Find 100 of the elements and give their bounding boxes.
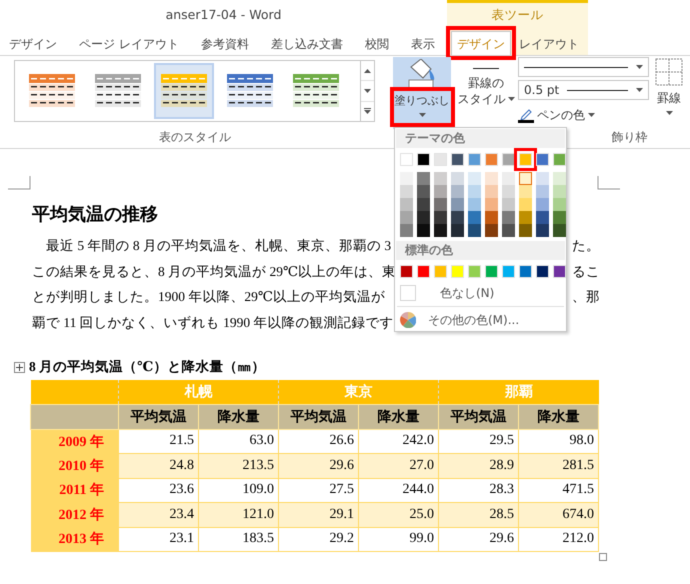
table-cell: 23.4 bbox=[118, 502, 198, 527]
table-move-handle-icon[interactable] bbox=[14, 362, 25, 372]
color-swatch[interactable] bbox=[417, 198, 430, 211]
color-swatch[interactable] bbox=[553, 172, 566, 185]
caret-up-icon bbox=[364, 68, 371, 73]
table-cell: 25.0 bbox=[358, 502, 438, 527]
color-swatch[interactable] bbox=[468, 224, 481, 237]
table-cell: 29.6 bbox=[278, 454, 358, 478]
paragraph-text: た。 bbox=[572, 237, 600, 255]
table-cell: 28.9 bbox=[438, 454, 518, 478]
color-swatch[interactable] bbox=[400, 198, 413, 211]
color-swatch[interactable] bbox=[502, 198, 515, 211]
color-swatch[interactable] bbox=[519, 185, 532, 198]
color-swatch[interactable] bbox=[434, 172, 447, 185]
line-weight-dropdown[interactable]: 0.5 pt bbox=[518, 80, 649, 100]
color-wheel-icon bbox=[400, 312, 416, 328]
paragraph-text: るこ bbox=[572, 262, 600, 280]
color-swatch[interactable] bbox=[536, 211, 549, 224]
color-swatch[interactable] bbox=[468, 198, 481, 211]
color-swatch[interactable] bbox=[417, 211, 430, 224]
contextual-tab-label: 表ツール bbox=[492, 7, 544, 24]
window-title: anser17-04 - Word bbox=[166, 6, 282, 22]
color-swatch[interactable] bbox=[553, 211, 566, 224]
color-swatch[interactable] bbox=[434, 211, 447, 224]
color-swatch[interactable] bbox=[451, 172, 464, 185]
color-swatch[interactable] bbox=[417, 185, 430, 198]
color-swatch[interactable] bbox=[485, 211, 498, 224]
color-swatch[interactable] bbox=[553, 198, 566, 211]
color-swatch[interactable] bbox=[519, 172, 532, 185]
color-swatch[interactable] bbox=[468, 185, 481, 198]
paragraph-text: この結果を見ると、8 月の平均気温が 29℃以上の年は、東 bbox=[32, 262, 396, 280]
color-swatch[interactable] bbox=[536, 224, 549, 237]
color-swatch[interactable] bbox=[400, 185, 413, 198]
color-swatch[interactable] bbox=[434, 185, 447, 198]
table-cell: 29.6 bbox=[438, 527, 518, 552]
color-swatch[interactable] bbox=[553, 185, 566, 198]
color-swatch[interactable] bbox=[502, 211, 515, 224]
column-header: 那覇 bbox=[438, 380, 598, 404]
color-swatch[interactable] bbox=[485, 224, 498, 237]
color-swatch[interactable] bbox=[485, 198, 498, 211]
column-header: 降水量 bbox=[198, 404, 278, 429]
color-swatch[interactable] bbox=[451, 224, 464, 237]
color-swatch[interactable] bbox=[451, 211, 464, 224]
color-swatch[interactable] bbox=[468, 172, 481, 185]
table-resize-handle-icon[interactable] bbox=[599, 553, 607, 561]
color-swatch[interactable] bbox=[434, 198, 447, 211]
color-swatch[interactable] bbox=[468, 211, 481, 224]
color-swatch[interactable] bbox=[400, 224, 413, 237]
color-swatch[interactable] bbox=[553, 224, 566, 237]
color-swatch[interactable] bbox=[502, 172, 515, 185]
table-cell: 23.1 bbox=[118, 527, 198, 552]
ribbon-tab[interactable]: 参考資料 bbox=[192, 31, 258, 55]
color-swatch[interactable] bbox=[536, 172, 549, 185]
ribbon-tab[interactable]: レイアウト bbox=[513, 31, 585, 55]
column-header: 東京 bbox=[278, 380, 438, 404]
more-icon bbox=[364, 108, 371, 114]
color-swatch[interactable] bbox=[451, 185, 464, 198]
menu-section-header: 標準の色 bbox=[396, 241, 565, 260]
color-swatch[interactable] bbox=[400, 211, 413, 224]
line-style-dropdown[interactable] bbox=[518, 57, 649, 77]
color-swatch[interactable] bbox=[417, 224, 430, 237]
caret-icon bbox=[636, 88, 643, 92]
ribbon-tab[interactable]: 校閲 bbox=[356, 31, 398, 55]
pen-color-button[interactable]: ペンの色 bbox=[518, 103, 649, 125]
table-cell: 674.0 bbox=[518, 502, 598, 527]
more-colors-item[interactable]: その他の色(M)... bbox=[395, 309, 566, 331]
no-color-item[interactable]: 色なし(N) bbox=[395, 282, 566, 304]
table-cell: 28.5 bbox=[438, 502, 518, 527]
crop-mark-icon bbox=[8, 176, 31, 190]
color-swatch[interactable] bbox=[519, 211, 532, 224]
color-swatch[interactable] bbox=[485, 185, 498, 198]
ribbon-tab[interactable]: 表示 bbox=[402, 31, 444, 55]
crop-mark-icon bbox=[597, 176, 620, 190]
border-grid-icon bbox=[655, 58, 683, 86]
borders-button[interactable]: 罫線 bbox=[652, 56, 686, 128]
caret-down-icon bbox=[364, 88, 371, 93]
caret-icon bbox=[636, 65, 643, 69]
color-swatch[interactable] bbox=[502, 224, 515, 237]
color-swatch[interactable] bbox=[519, 224, 532, 237]
color-swatch[interactable] bbox=[417, 172, 430, 185]
table-cell: 213.5 bbox=[198, 454, 278, 478]
ribbon-tab[interactable]: デザイン bbox=[0, 31, 66, 55]
color-swatch[interactable] bbox=[451, 198, 464, 211]
table-caption: 8 月の平均気温（℃）と降水量（㎜） bbox=[29, 358, 266, 376]
color-swatch[interactable] bbox=[485, 172, 498, 185]
color-swatch[interactable] bbox=[536, 198, 549, 211]
color-swatch[interactable] bbox=[519, 198, 532, 211]
ribbon-tab[interactable]: 差し込み文書 bbox=[262, 31, 352, 55]
row-header: 2010 年 bbox=[30, 454, 118, 478]
row-header: 2011 年 bbox=[30, 478, 118, 502]
row-header: 2009 年 bbox=[30, 429, 118, 454]
color-swatch[interactable] bbox=[400, 172, 413, 185]
group-label: 飾り枠 bbox=[612, 130, 648, 144]
color-swatch[interactable] bbox=[502, 185, 515, 198]
table-style-thumbnail[interactable] bbox=[154, 63, 214, 119]
paragraph-text: 覇で 11 回しかなく、いずれも 1990 年以降の観測記録です bbox=[32, 314, 394, 332]
color-swatch[interactable] bbox=[536, 185, 549, 198]
table-cell: 24.8 bbox=[118, 454, 198, 478]
color-swatch[interactable] bbox=[434, 224, 447, 237]
ribbon-tab[interactable]: ページ レイアウト bbox=[70, 31, 188, 55]
